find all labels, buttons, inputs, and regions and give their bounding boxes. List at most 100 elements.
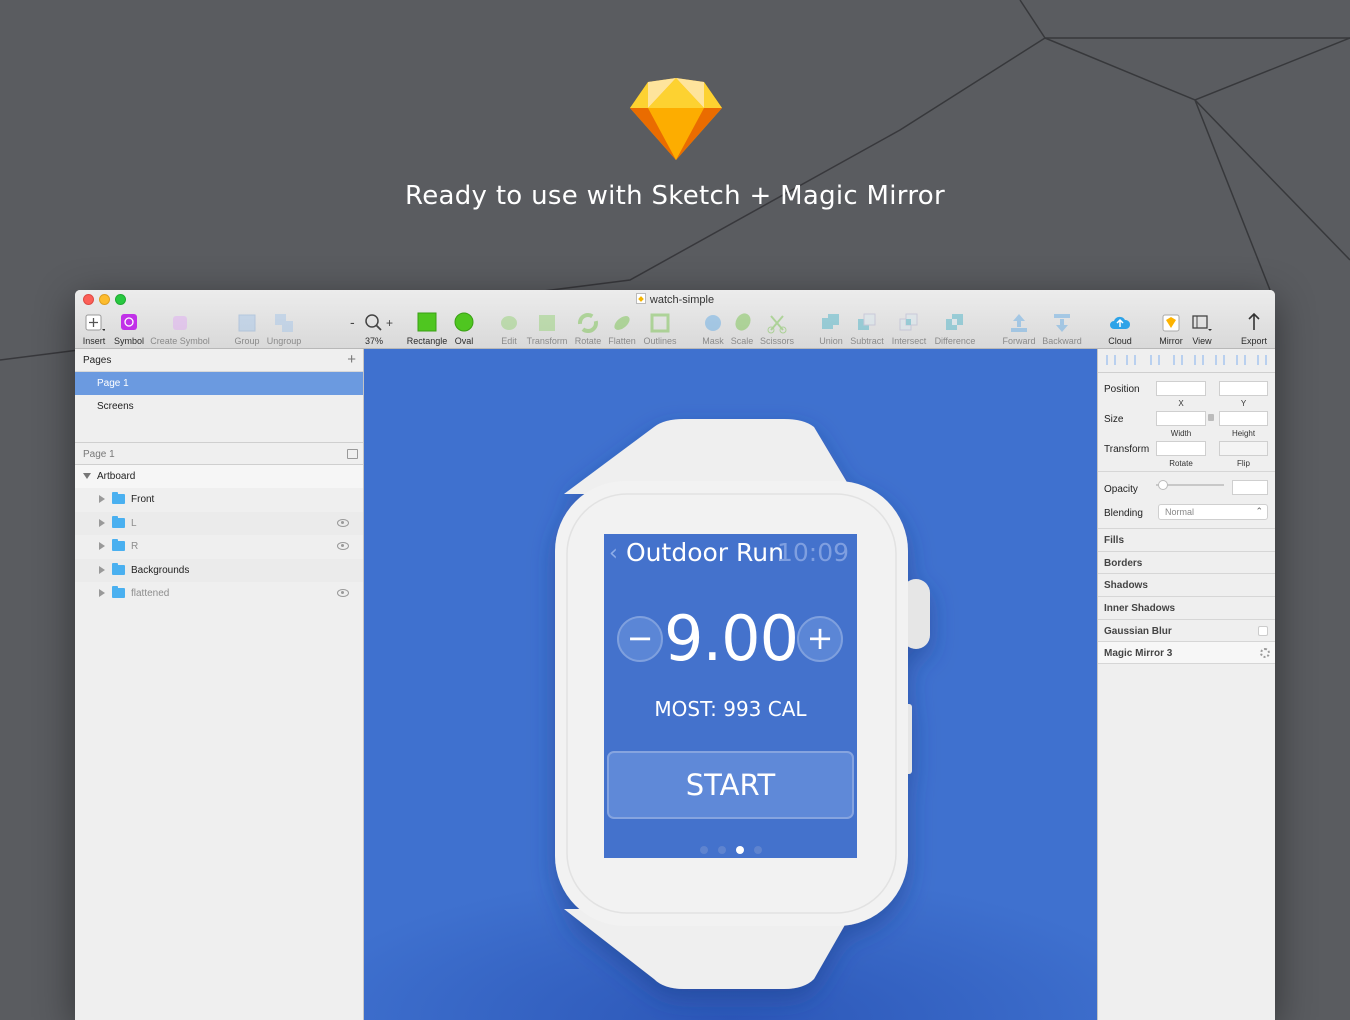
page-dot bbox=[717, 846, 726, 854]
group-button[interactable]: Group bbox=[233, 312, 261, 346]
difference-button[interactable]: Difference bbox=[932, 312, 978, 346]
layer-item[interactable]: L bbox=[75, 511, 363, 536]
edit-icon bbox=[498, 312, 520, 334]
scissors-button[interactable]: Scissors bbox=[759, 312, 795, 346]
create-symbol-button[interactable]: Create Symbol bbox=[150, 312, 210, 346]
height-field[interactable] bbox=[1219, 411, 1268, 426]
insert-button[interactable]: Insert bbox=[80, 312, 108, 346]
magic-mirror-section[interactable]: Magic Mirror 3 bbox=[1098, 641, 1275, 664]
align-center-icon[interactable] bbox=[1126, 355, 1136, 365]
align-left-edge-icon[interactable] bbox=[1150, 355, 1160, 365]
gaussian-blur-section[interactable]: Gaussian Blur bbox=[1098, 619, 1275, 642]
mirror-button[interactable]: Mirror bbox=[1158, 312, 1184, 346]
forward-button[interactable]: Forward bbox=[1001, 312, 1037, 346]
export-button[interactable]: Export bbox=[1239, 312, 1269, 346]
mirror-icon bbox=[1160, 312, 1182, 334]
cloud-button[interactable]: Cloud bbox=[1106, 312, 1134, 346]
cloud-icon bbox=[1109, 312, 1131, 334]
outlines-button[interactable]: Outlines bbox=[641, 312, 679, 346]
position-label: Position bbox=[1104, 384, 1140, 395]
layer-artboard[interactable]: Artboard bbox=[75, 465, 363, 489]
disclosure-right-icon[interactable] bbox=[99, 495, 105, 504]
align-horizontal-center-icon[interactable] bbox=[1173, 355, 1183, 365]
flatten-button[interactable]: Flatten bbox=[607, 312, 637, 346]
rotate-field[interactable] bbox=[1156, 441, 1206, 456]
lock-icon[interactable] bbox=[1208, 414, 1214, 421]
layer-item[interactable]: Front bbox=[75, 488, 363, 511]
opacity-slider-knob[interactable] bbox=[1158, 480, 1168, 490]
decrease-button[interactable]: − bbox=[617, 616, 663, 662]
canvas[interactable]: ‹ Outdoor Run 10:09 − 9.00 + MOST: 993 C… bbox=[364, 349, 1097, 1020]
align-right-edge-icon[interactable] bbox=[1194, 355, 1204, 365]
folder-icon bbox=[112, 539, 125, 552]
fills-section[interactable]: Fills bbox=[1098, 528, 1275, 551]
eye-icon[interactable] bbox=[337, 542, 349, 551]
subtract-icon bbox=[856, 312, 878, 334]
align-bottom-icon[interactable] bbox=[1257, 355, 1267, 365]
eye-icon[interactable] bbox=[337, 588, 349, 597]
opacity-label: Opacity bbox=[1104, 484, 1138, 495]
backward-button[interactable]: Backward bbox=[1041, 312, 1083, 346]
page-dot bbox=[699, 846, 708, 854]
blending-select[interactable]: Normal ⌃ bbox=[1158, 504, 1268, 520]
page-item[interactable]: Page 1 bbox=[75, 372, 363, 395]
intersect-button[interactable]: Intersect bbox=[890, 312, 928, 346]
rectangle-button[interactable]: Rectangle bbox=[406, 312, 448, 346]
shadows-section[interactable]: Shadows bbox=[1098, 573, 1275, 596]
align-top-icon[interactable] bbox=[1215, 355, 1225, 365]
oval-button[interactable]: Oval bbox=[453, 312, 475, 346]
opacity-field[interactable] bbox=[1232, 480, 1268, 495]
pages-spacer bbox=[75, 418, 363, 442]
disclosure-right-icon[interactable] bbox=[99, 542, 105, 551]
increase-button[interactable]: + bbox=[797, 616, 843, 662]
most-calories-label: MOST: 993 CAL bbox=[654, 697, 807, 721]
zoom-control[interactable]: - + 37% bbox=[349, 312, 399, 346]
subtract-button[interactable]: Subtract bbox=[849, 312, 885, 346]
start-button[interactable]: START bbox=[607, 751, 854, 819]
outlines-icon bbox=[649, 312, 671, 334]
transform-button[interactable]: Transform bbox=[526, 312, 568, 346]
symbol-button[interactable]: Symbol bbox=[113, 312, 145, 346]
eye-icon[interactable] bbox=[337, 518, 349, 527]
layer-item[interactable]: flattened bbox=[75, 582, 363, 605]
width-field[interactable] bbox=[1156, 411, 1206, 426]
mask-button[interactable]: Mask bbox=[702, 312, 724, 346]
inspector-panel: Position X Y Size Width Height Transform… bbox=[1097, 349, 1275, 1020]
x-field[interactable] bbox=[1156, 381, 1206, 396]
collapse-icon[interactable] bbox=[347, 449, 358, 459]
align-left-icon[interactable] bbox=[1106, 355, 1116, 365]
flip-control[interactable] bbox=[1219, 441, 1268, 456]
rotate-button[interactable]: Rotate bbox=[574, 312, 602, 346]
scissors-icon bbox=[766, 312, 788, 334]
layers-sidebar: Pages + Page 1 Screens Page 1 Artboard F… bbox=[75, 349, 364, 1020]
view-button[interactable]: View bbox=[1190, 312, 1214, 346]
page-item[interactable]: Screens bbox=[75, 395, 363, 418]
disclosure-right-icon[interactable] bbox=[99, 518, 105, 527]
gaussian-blur-checkbox[interactable] bbox=[1258, 626, 1268, 636]
gear-icon[interactable] bbox=[1260, 648, 1270, 658]
layer-item[interactable]: R bbox=[75, 535, 363, 558]
disclosure-right-icon[interactable] bbox=[99, 565, 105, 574]
x-label: X bbox=[1178, 399, 1184, 408]
edit-button[interactable]: Edit bbox=[498, 312, 520, 346]
disclosure-down-icon[interactable] bbox=[83, 473, 91, 479]
align-middle-icon[interactable] bbox=[1236, 355, 1246, 365]
back-chevron-icon[interactable]: ‹ bbox=[609, 541, 618, 566]
union-button[interactable]: Union bbox=[818, 312, 844, 346]
svg-text:+: + bbox=[386, 316, 393, 330]
svg-text:-: - bbox=[350, 314, 355, 330]
ungroup-button[interactable]: Ungroup bbox=[265, 312, 303, 346]
y-field[interactable] bbox=[1219, 381, 1268, 396]
scale-button[interactable]: Scale bbox=[730, 312, 754, 346]
goal-value: 9.00 bbox=[664, 602, 799, 675]
inner-shadows-section[interactable]: Inner Shadows bbox=[1098, 596, 1275, 619]
backward-icon bbox=[1051, 312, 1073, 334]
create-symbol-icon bbox=[169, 312, 191, 334]
difference-icon bbox=[944, 312, 966, 334]
page-dot-active bbox=[735, 846, 744, 854]
add-page-button[interactable]: + bbox=[347, 351, 356, 368]
borders-section[interactable]: Borders bbox=[1098, 551, 1275, 574]
disclosure-right-icon[interactable] bbox=[99, 588, 105, 597]
transform-label: Transform bbox=[1104, 444, 1150, 455]
layer-item[interactable]: Backgrounds bbox=[75, 558, 363, 582]
